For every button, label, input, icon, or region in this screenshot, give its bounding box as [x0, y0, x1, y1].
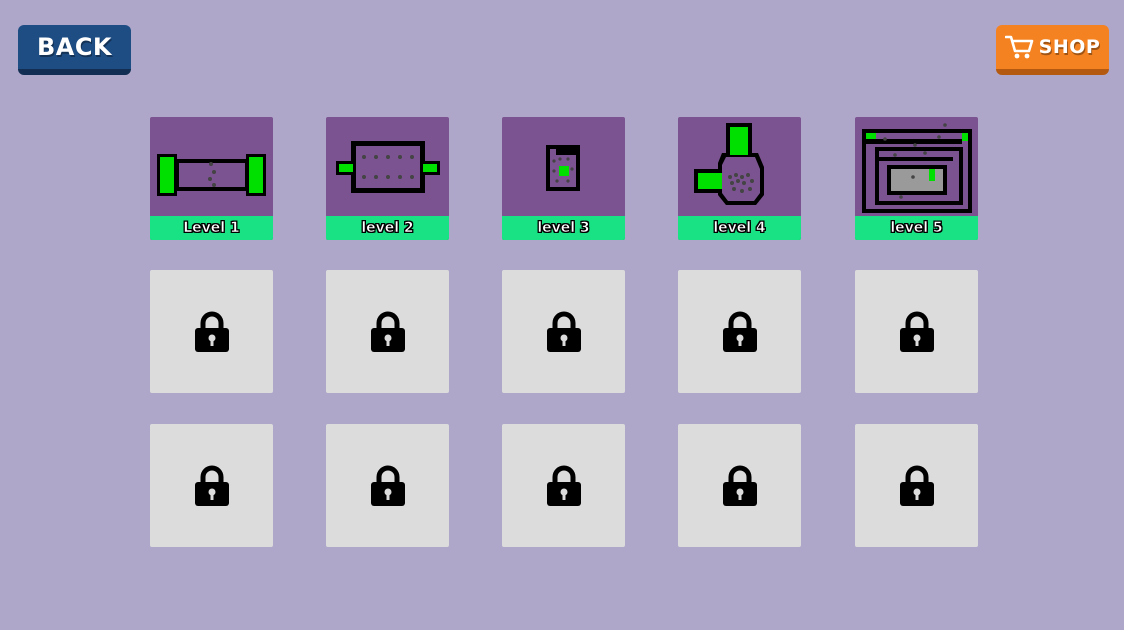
- locked-level-tile[interactable]: [502, 424, 625, 547]
- level-2-thumbnail: [336, 141, 440, 193]
- level-label: Level 1: [150, 216, 273, 240]
- lock-icon: [194, 311, 229, 352]
- level-label: level 5: [855, 216, 978, 240]
- level-5-thumbnail: [862, 123, 972, 213]
- locked-level-tile[interactable]: [855, 270, 978, 393]
- level-tile-2[interactable]: level 2: [326, 117, 449, 240]
- lock-icon: [370, 311, 405, 352]
- lock-icon: [899, 311, 934, 352]
- level-label: level 2: [326, 216, 449, 240]
- level-1-thumbnail: [157, 154, 266, 196]
- level-tile-5[interactable]: level 5: [855, 117, 978, 240]
- level-tile-1[interactable]: Level 1: [150, 117, 273, 240]
- level-tile-4[interactable]: level 4: [678, 117, 801, 240]
- cart-icon: [1004, 35, 1033, 59]
- level-label: level 3: [502, 216, 625, 240]
- lock-icon: [722, 311, 757, 352]
- shop-button-label: SHOP: [1038, 36, 1101, 58]
- level-tile-3[interactable]: level 3: [502, 117, 625, 240]
- locked-level-tile[interactable]: [678, 270, 801, 393]
- shop-button[interactable]: SHOP: [996, 25, 1109, 75]
- lock-icon: [370, 465, 405, 506]
- locked-level-tile[interactable]: [678, 424, 801, 547]
- back-button-label: BACK: [36, 33, 113, 61]
- lock-icon: [722, 465, 757, 506]
- lock-icon: [546, 465, 581, 506]
- back-button[interactable]: BACK: [18, 25, 131, 75]
- locked-level-tile[interactable]: [502, 270, 625, 393]
- level-4-thumbnail: [694, 123, 764, 205]
- locked-level-tile[interactable]: [855, 424, 978, 547]
- level-3-thumbnail: [546, 145, 580, 191]
- locked-level-tile[interactable]: [326, 424, 449, 547]
- lock-icon: [546, 311, 581, 352]
- locked-level-tile[interactable]: [150, 424, 273, 547]
- locked-level-tile[interactable]: [326, 270, 449, 393]
- level-label: level 4: [678, 216, 801, 240]
- lock-icon: [194, 465, 229, 506]
- lock-icon: [899, 465, 934, 506]
- locked-level-tile[interactable]: [150, 270, 273, 393]
